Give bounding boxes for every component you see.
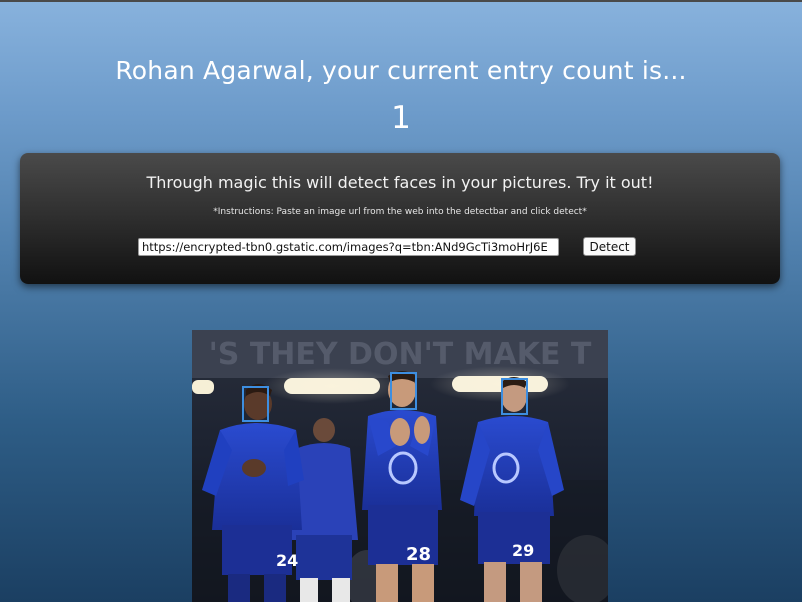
- player-number-24: 24: [276, 551, 298, 570]
- player-number-29: 29: [512, 541, 534, 560]
- entry-count: 1: [391, 100, 411, 136]
- photo-scene: 'S THEY DON'T MAKE T 24 28 29: [192, 330, 608, 602]
- window-top-border: [0, 0, 802, 2]
- result-photo: 'S THEY DON'T MAKE T 24 28 29: [192, 330, 608, 602]
- image-url-input[interactable]: [138, 238, 559, 256]
- detect-button[interactable]: Detect: [583, 237, 636, 256]
- greeting-heading: Rohan Agarwal, your current entry count …: [115, 56, 687, 85]
- face-detect-panel: Through magic this will detect faces in …: [20, 153, 780, 284]
- banner-text: 'S THEY DON'T MAKE T: [209, 337, 592, 372]
- player-number-28: 28: [406, 544, 431, 565]
- panel-description: Through magic this will detect faces in …: [146, 173, 654, 192]
- panel-instructions: *Instructions: Paste an image url from t…: [213, 207, 587, 217]
